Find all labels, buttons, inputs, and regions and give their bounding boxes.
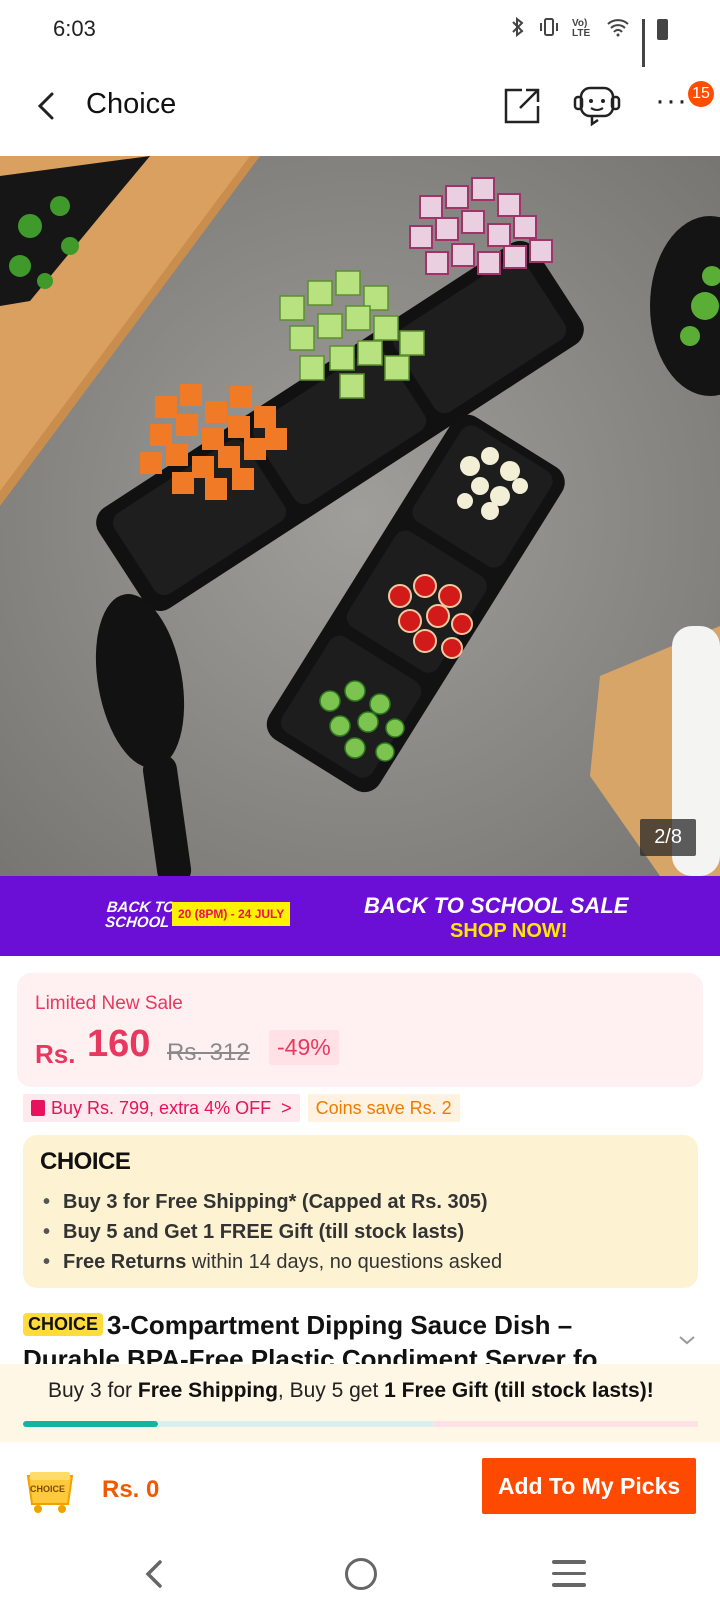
original-price: Rs. 312	[167, 1039, 250, 1066]
choice-cart-button[interactable]: CHOICE	[22, 1464, 78, 1514]
current-price: 160	[87, 1023, 151, 1065]
cart-badge-text: CHOICE	[30, 1484, 66, 1494]
progress-segment-2	[158, 1421, 433, 1427]
coins-saving[interactable]: Coins save Rs. 2	[307, 1094, 460, 1122]
back-to-school-banner[interactable]: BACK TO SCHOOL 20 (8PM) - 24 JULY BACK T…	[0, 876, 720, 956]
discount-badge: -49%	[269, 1030, 339, 1065]
bluetooth-icon	[510, 16, 526, 43]
promo-logo: BACK TO SCHOOL	[104, 899, 176, 931]
bottom-action-bar: CHOICE Rs. 0 Add To My Picks	[0, 1442, 720, 1538]
product-image[interactable]: 2/8	[0, 156, 720, 876]
status-time: 6:03	[53, 16, 96, 41]
benefit-free-gift: Buy 5 and Get 1 FREE Gift (till stock la…	[43, 1217, 502, 1247]
page-title: Choice	[86, 88, 177, 120]
coupon-text: Buy Rs. 799, extra 4% OFF	[51, 1097, 272, 1118]
menu-line	[552, 1560, 586, 1564]
product-title: 3-Compartment Dipping Sauce Dish – Durab…	[23, 1310, 620, 1364]
product-title-block[interactable]: CHOICE 3-Compartment Dipping Sauce Dish –…	[23, 1308, 673, 1364]
progress-segment-3	[433, 1421, 698, 1427]
menu-line	[552, 1571, 586, 1575]
customer-service-button[interactable]	[572, 84, 622, 128]
choice-badge: CHOICE	[23, 1313, 104, 1336]
cart-total: Rs. 0	[102, 1476, 160, 1503]
wifi-icon	[606, 17, 630, 42]
vibrate-icon	[538, 17, 560, 42]
chevron-down-icon	[679, 1336, 695, 1345]
nav-back-icon	[145, 1560, 162, 1588]
chevron-left-icon	[37, 92, 54, 120]
store-coupon[interactable]: Buy Rs. 799, extra 4% OFF >	[23, 1094, 300, 1122]
promo-cta[interactable]: SHOP NOW!	[450, 920, 567, 943]
headset-icon	[573, 86, 621, 127]
status-icons: Vo) LTE	[510, 16, 668, 67]
top-app-bar: Choice ··· 15	[0, 58, 720, 156]
product-photo	[0, 156, 720, 876]
menu-line	[552, 1583, 586, 1587]
system-nav-bar	[0, 1538, 720, 1612]
share-button[interactable]	[502, 84, 542, 126]
choice-benefits-list: Buy 3 for Free Shipping* (Capped at Rs. …	[43, 1187, 502, 1277]
volte-icon: Vo) LTE	[572, 18, 591, 39]
coupon-icon	[31, 1100, 45, 1116]
nav-back-button[interactable]	[140, 1556, 170, 1592]
battery-icon	[657, 18, 668, 40]
promo-title: BACK TO SCHOOL SALE	[364, 893, 629, 918]
status-bar: 6:03 Vo) LTE	[0, 0, 720, 67]
promo-date-range: 20 (8PM) - 24 JULY	[172, 902, 291, 926]
nav-recents-button[interactable]	[552, 1560, 586, 1588]
progress-fill	[23, 1421, 158, 1427]
shipping-progress-text: Buy 3 for Free Shipping, Buy 5 get 1 Fre…	[48, 1379, 654, 1402]
notification-count-badge: 15	[688, 81, 714, 107]
add-to-my-picks-button[interactable]: Add To My Picks	[482, 1458, 696, 1514]
choice-benefits-card[interactable]: CHOICE Buy 3 for Free Shipping* (Capped …	[23, 1135, 698, 1288]
shipping-progress-bar	[23, 1421, 698, 1427]
sale-label: Limited New Sale	[35, 993, 183, 1014]
benefit-free-shipping: Buy 3 for Free Shipping* (Capped at Rs. …	[43, 1187, 502, 1217]
shipping-progress-strip: Buy 3 for Free Shipping, Buy 5 get 1 Fre…	[0, 1364, 720, 1442]
price-currency: Rs.	[35, 1039, 76, 1069]
choice-logo: CHOICE	[40, 1148, 131, 1175]
signal-icon	[642, 19, 645, 67]
chevron-right-icon: >	[281, 1097, 292, 1118]
nav-home-button[interactable]	[345, 1558, 377, 1590]
back-button[interactable]	[30, 86, 66, 126]
benefit-free-returns: Free Returns within 14 days, no question…	[43, 1247, 502, 1277]
price-card: Limited New Sale Rs. 160 Rs. 312 -49%	[17, 973, 703, 1087]
expand-title-button[interactable]	[676, 1330, 698, 1350]
coupon-row: Buy Rs. 799, extra 4% OFF > Coins save R…	[23, 1094, 460, 1122]
share-icon	[504, 88, 540, 124]
image-counter: 2/8	[640, 819, 696, 856]
